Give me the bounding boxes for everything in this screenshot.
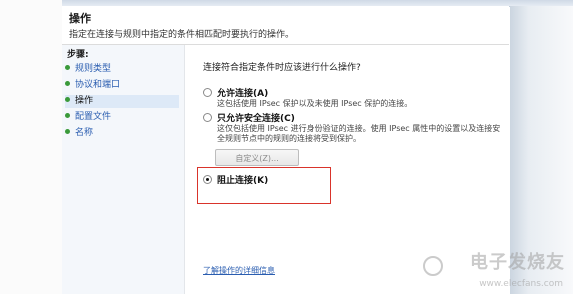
step-action[interactable]: 操作 (65, 95, 179, 108)
step-profile[interactable]: 配置文件 (65, 111, 179, 124)
wizard-header: 操作 指定在连接与规则中指定的条件相匹配时要执行的操作。 (62, 6, 509, 45)
step-label: 协议和端口 (75, 80, 121, 90)
learn-more-link[interactable]: 了解操作的详细信息 (203, 265, 275, 276)
allow-secure-connection-radio[interactable] (203, 113, 212, 122)
step-rule-type[interactable]: 规则类型 (65, 63, 179, 76)
watermark-url: www.elecfans.com (479, 279, 563, 289)
block-connection-radio[interactable] (203, 175, 212, 184)
allow-connection-label[interactable]: 允许连接(A) (217, 86, 268, 99)
step-label: 配置文件 (75, 112, 112, 122)
step-bullet-icon (65, 97, 70, 102)
left-frame (0, 0, 62, 294)
block-connection-label[interactable]: 阻止连接(K) (217, 173, 268, 186)
step-label: 名称 (75, 128, 94, 138)
step-bullet-icon (65, 65, 70, 70)
watermark-logo-icon (423, 256, 443, 276)
step-bullet-icon (65, 129, 70, 134)
allow-connection-radio[interactable] (203, 88, 212, 97)
step-bullet-icon (65, 113, 70, 118)
steps-title: 步骤: (67, 50, 89, 60)
page-description: 指定在连接与规则中指定的条件相匹配时要执行的操作。 (69, 30, 295, 40)
customize-button[interactable]: 自定义(Z)... (215, 149, 299, 166)
watermark-text: 电子发烧友 (470, 252, 565, 273)
allow-connection-description: 这包括使用 IPsec 保护以及未使用 IPsec 保护的连接。 (217, 99, 413, 108)
step-name[interactable]: 名称 (65, 127, 179, 140)
step-label: 规则类型 (75, 64, 112, 74)
action-question: 连接符合指定条件时应该进行什么操作? (203, 63, 361, 73)
step-bullet-icon (65, 81, 70, 86)
action-panel: 连接符合指定条件时应该进行什么操作? 允许连接(A) 这包括使用 IPsec 保… (185, 45, 509, 294)
allow-secure-connection-label[interactable]: 只允许安全连接(C) (217, 111, 295, 124)
step-protocol-and-port[interactable]: 协议和端口 (65, 79, 179, 92)
steps-sidebar: 步骤: 规则类型 协议和端口 操作 配置文件 名称 (62, 45, 185, 294)
allow-secure-connection-description-line2: 全规则节点中的规则的连接将受到保护。 (217, 134, 361, 143)
page-title: 操作 (69, 12, 91, 25)
step-label: 操作 (75, 96, 94, 106)
allow-secure-connection-description-line1: 这仅包括使用 IPsec 进行身份验证的连接。使用 IPsec 属性中的设置以及… (217, 124, 501, 133)
